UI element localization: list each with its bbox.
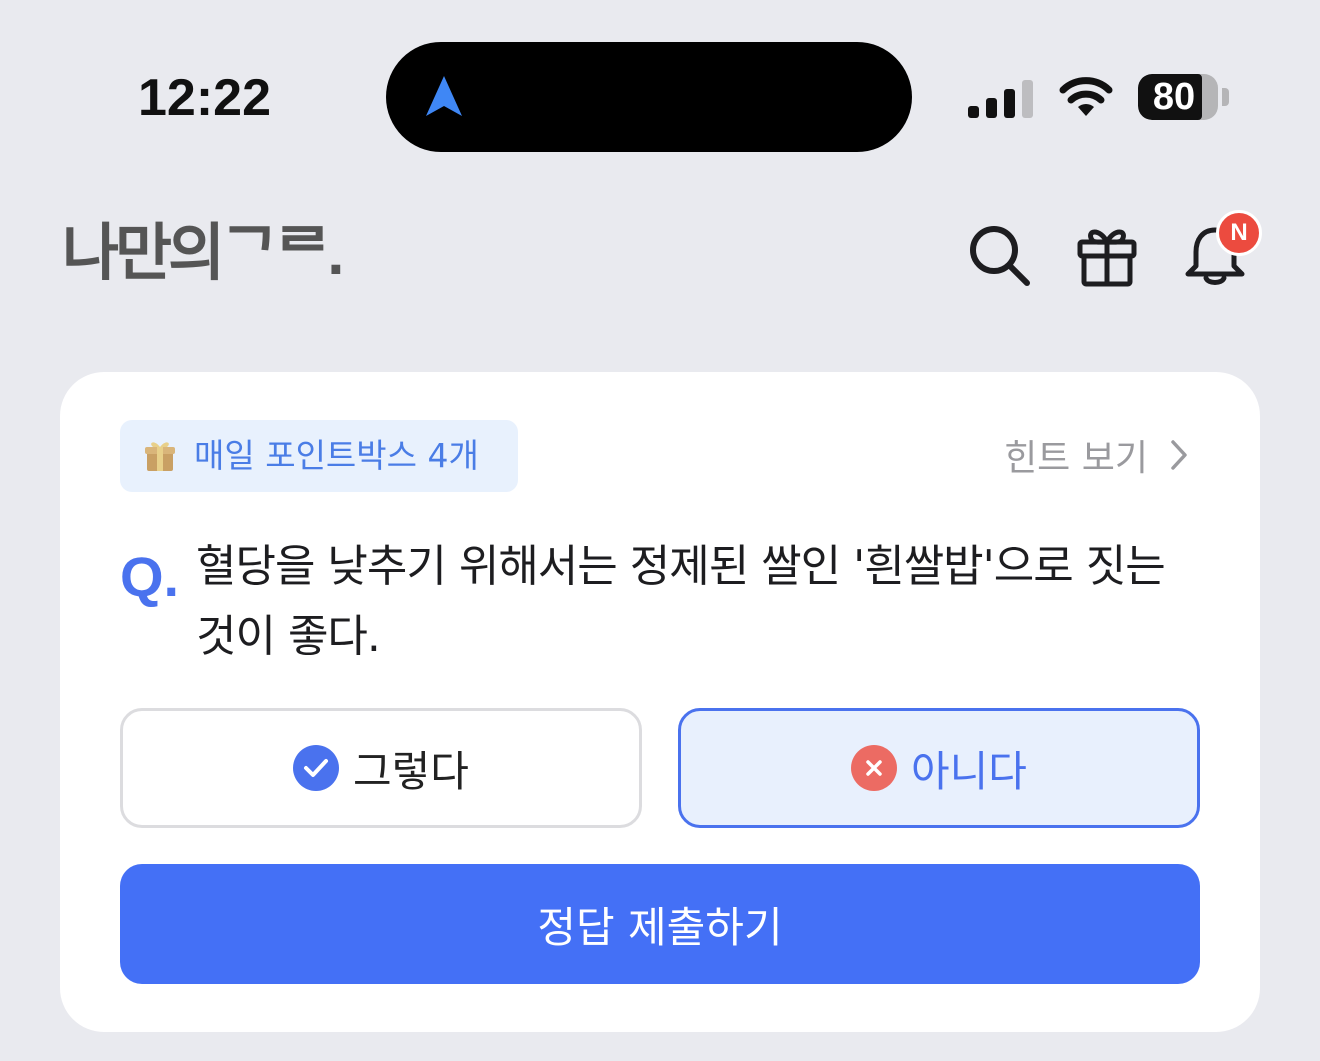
submit-answer-button[interactable]: 정답 제출하기 [120,864,1200,984]
gift-icon[interactable] [1074,222,1140,288]
app-logo[interactable]: 나만의ᄀᄅ. [62,218,344,290]
answer-no-button[interactable]: 아니다 [678,708,1200,828]
search-icon[interactable] [966,222,1032,288]
answer-no-label: 아니다 [911,746,1027,796]
pointbox-label: 매일 포인트박스 4개 [194,436,479,475]
status-time: 12:22 [138,69,271,127]
battery-indicator: 80 [1138,74,1218,120]
notification-badge: N [1216,210,1262,256]
navigation-arrow-icon [426,76,462,116]
answer-yes-button[interactable]: 그렇다 [120,708,642,828]
question-marker: Q. [120,545,180,608]
battery-level: 80 [1152,76,1196,118]
x-icon [851,745,898,791]
status-bar: 12:22 80 [0,0,1320,190]
check-icon [293,745,340,791]
hint-label: 힌트 보기 [1004,438,1148,479]
answer-yes-label: 그렇다 [353,746,469,796]
cellular-signal-icon [968,80,1033,118]
quiz-card: 매일 포인트박스 4개 힌트 보기 Q. 혈당을 낮추기 위해서는 정제된 쌀인… [60,372,1260,1032]
wifi-icon [1059,77,1113,116]
battery-cap [1222,88,1229,106]
hint-link[interactable]: 힌트 보기 [1004,430,1188,480]
chevron-right-icon [1171,440,1187,470]
daily-pointbox-chip[interactable]: 매일 포인트박스 4개 [120,420,518,492]
dynamic-island [386,42,912,152]
question-text: 혈당을 낮추기 위해서는 정제된 쌀인 '흰쌀밥'으로 짓는 것이 좋다. [196,541,1166,662]
gift-emoji-icon [145,442,175,471]
